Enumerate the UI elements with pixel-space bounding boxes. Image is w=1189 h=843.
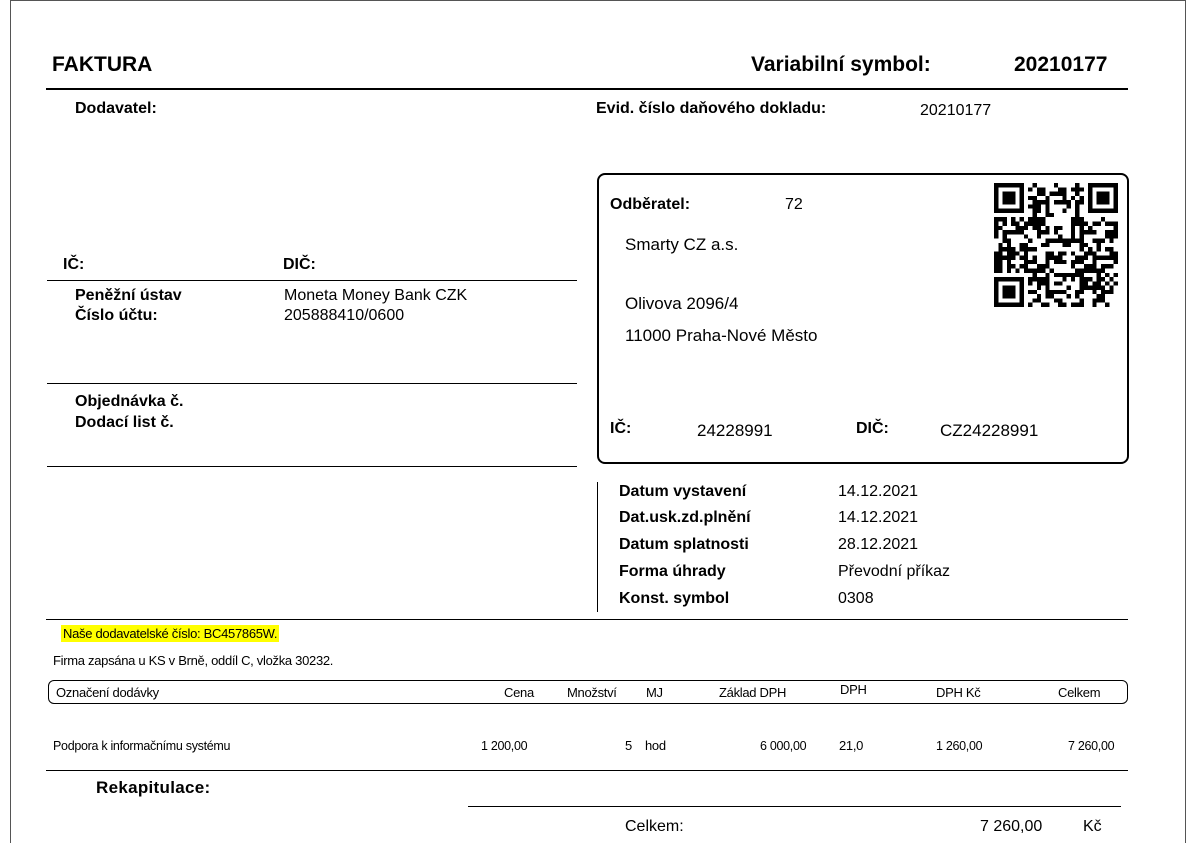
row-total: 7 260,00 (1068, 739, 1115, 753)
date-taxable-value: 14.12.2021 (838, 509, 919, 526)
row-quantity: 5 (625, 738, 632, 753)
variable-symbol-label: Variabilní symbol: (751, 53, 931, 76)
notes-divider (46, 619, 1128, 620)
account-label: Číslo účtu: (75, 307, 158, 324)
date-due-value: 28.12.2021 (838, 536, 919, 553)
const-symbol-label: Konst. symbol (619, 590, 730, 607)
col-total: Celkem (1058, 685, 1101, 700)
variable-symbol-value: 20210177 (1014, 53, 1108, 76)
col-vat-czk: DPH Kč (936, 685, 981, 700)
payment-qr-code (994, 183, 1118, 307)
col-quantity: Množství (567, 685, 617, 700)
tax-doc-value: 20210177 (920, 102, 992, 119)
dates-divider (597, 482, 598, 612)
row-vat: 21,0 (839, 738, 864, 753)
col-price: Cena (504, 685, 534, 700)
customer-dic-value: CZ24228991 (940, 421, 1039, 440)
recap-total-label: Celkem: (625, 818, 684, 835)
order-divider (47, 466, 577, 467)
recap-currency: Kč (1083, 818, 1102, 835)
col-designation: Označení dodávky (56, 685, 159, 700)
row-vat-base: 6 000,00 (760, 739, 807, 753)
supplier-ic-divider (47, 280, 577, 281)
row-unit: hod (645, 738, 666, 753)
items-divider (46, 770, 1128, 771)
date-due-label: Datum splatnosti (619, 536, 749, 553)
supplier-dic-label: DIČ: (283, 256, 316, 273)
supplier-ic-label: IČ: (63, 256, 85, 273)
customer-ic-label: IČ: (610, 420, 632, 437)
account-value: 205888410/0600 (284, 307, 405, 324)
delivery-note-label: Dodací list č. (75, 414, 174, 431)
supplier-number-highlight: Naše dodavatelské číslo: BC457865W. (61, 625, 280, 642)
registry-note: Firma zapsána u KS v Brně, oddíl C, vlož… (53, 653, 334, 668)
supplier-label: Dodavatel: (75, 100, 157, 117)
invoice-title: FAKTURA (52, 53, 153, 76)
date-issued-value: 14.12.2021 (838, 483, 919, 500)
supplier-number-note: Naše dodavatelské číslo: BC457865W. (61, 625, 280, 642)
row-vat-czk: 1 260,00 (936, 739, 983, 753)
recap-title: Rekapitulace: (96, 778, 211, 797)
col-unit: MJ (646, 685, 663, 700)
date-issued-label: Datum vystavení (619, 483, 747, 500)
row-designation: Podpora k informačnímu systému (53, 739, 231, 753)
payment-form-value: Převodní příkaz (838, 563, 951, 580)
customer-number: 72 (785, 196, 803, 213)
bank-label: Peněžní ústav (75, 287, 182, 304)
header-divider (46, 88, 1128, 90)
customer-street: Olivova 2096/4 (625, 294, 739, 313)
customer-dic-label: DIČ: (856, 420, 889, 437)
col-vat: DPH (840, 682, 867, 697)
recap-divider (468, 806, 1121, 807)
bank-divider (47, 383, 577, 384)
order-label: Objednávka č. (75, 393, 184, 410)
customer-city: 11000 Praha-Nové Město (625, 326, 818, 345)
date-taxable-label: Dat.usk.zd.plnění (619, 509, 751, 526)
customer-ic-value: 24228991 (697, 421, 773, 440)
const-symbol-value: 0308 (838, 590, 874, 607)
tax-doc-label: Evid. číslo daňového dokladu: (596, 100, 827, 117)
row-price: 1 200,00 (481, 739, 528, 753)
bank-value: Moneta Money Bank CZK (284, 287, 468, 304)
col-vat-base: Základ DPH (719, 685, 787, 700)
payment-form-label: Forma úhrady (619, 563, 726, 580)
recap-total-value: 7 260,00 (980, 818, 1043, 835)
customer-label: Odběratel: (610, 196, 691, 213)
customer-name: Smarty CZ a.s. (625, 235, 739, 254)
